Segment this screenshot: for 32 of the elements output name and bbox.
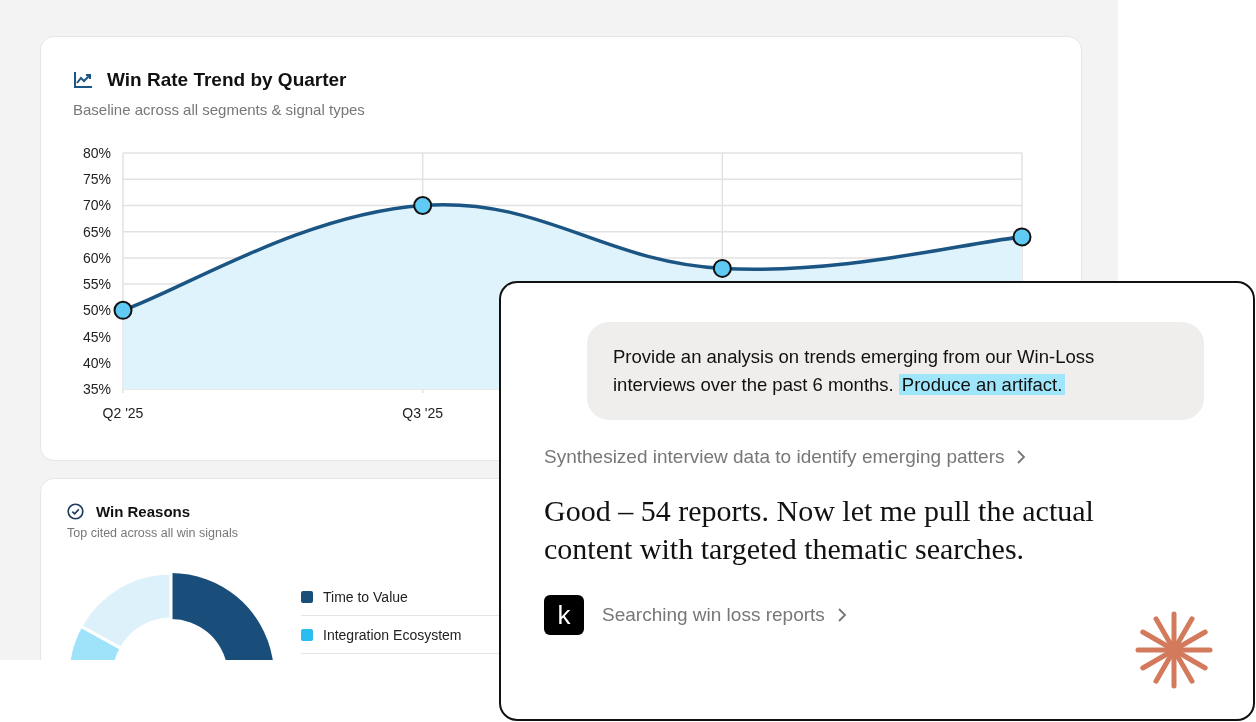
card-subtitle: Baseline across all segments & signal types [73, 101, 366, 118]
reply-text: Good – 54 reports. Now let me pull the actual content with targeted thematic searches. [544, 493, 1095, 567]
step-link[interactable]: Synthesized interview data to identify emerging patters [544, 446, 1027, 468]
data-point [113, 300, 133, 320]
card-subtitle: Top cited across all win signals [67, 526, 239, 540]
axis-label: 70% [82, 197, 111, 214]
prompt-text: Provide an analysis on trends emerging from our Win-Loss interviews over the past 6 months. Produce an artifact. [613, 345, 1096, 397]
axis-label: 35% [82, 381, 111, 397]
starburst-icon [1134, 610, 1214, 690]
app-logo: k [544, 595, 584, 635]
card-title: Win Reasons [96, 503, 191, 520]
card-title: Win Rate Trend by Quarter [107, 69, 347, 91]
chevron-icon [836, 607, 847, 623]
axis-label: 80% [82, 145, 111, 161]
data-point [1012, 227, 1032, 247]
axis-label: 55% [82, 276, 111, 293]
axis-label: Q3 '25 [402, 405, 444, 421]
legend-label: Integration Ecosystem [323, 626, 462, 643]
data-point [712, 258, 732, 278]
axis-label: 45% [82, 328, 111, 345]
legend-label: Time to Value [323, 588, 408, 605]
axis-label: 75% [82, 171, 111, 188]
check-circle-icon [67, 503, 84, 520]
data-point [413, 195, 433, 215]
axis-label: 65% [82, 223, 111, 240]
axis-label: 60% [82, 249, 111, 266]
axis-label: Q2 '25 [102, 405, 144, 421]
axis-label: 50% [82, 302, 111, 319]
line-chart-icon [73, 71, 93, 89]
status-link[interactable]: Searching win loss reports [602, 604, 847, 626]
axis-label: 40% [82, 354, 111, 371]
chevron-icon [1016, 449, 1027, 465]
